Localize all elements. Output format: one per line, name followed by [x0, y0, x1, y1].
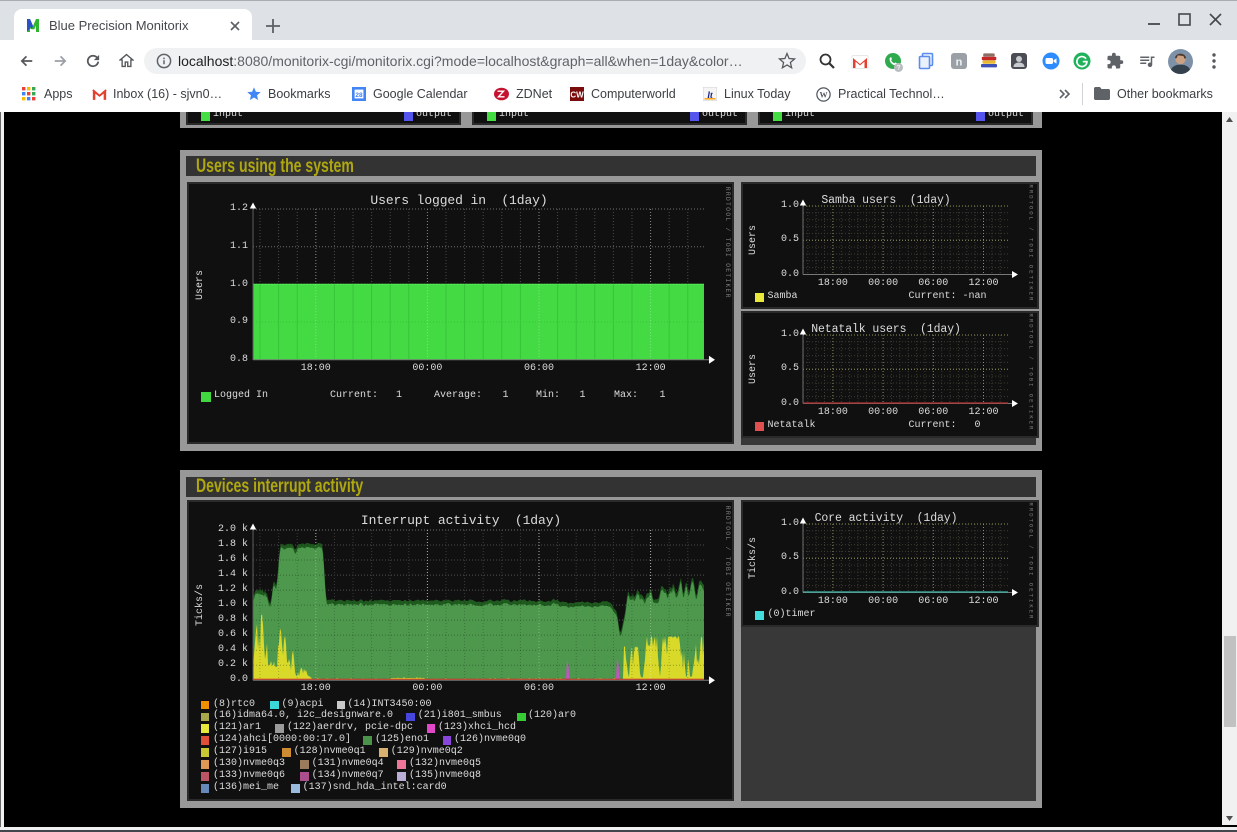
svg-text:CW: CW: [570, 91, 584, 100]
svg-text:W: W: [819, 91, 827, 100]
svg-text:28: 28: [355, 92, 363, 99]
svg-text:?: ?: [897, 65, 901, 72]
svg-text:n: n: [956, 57, 963, 69]
